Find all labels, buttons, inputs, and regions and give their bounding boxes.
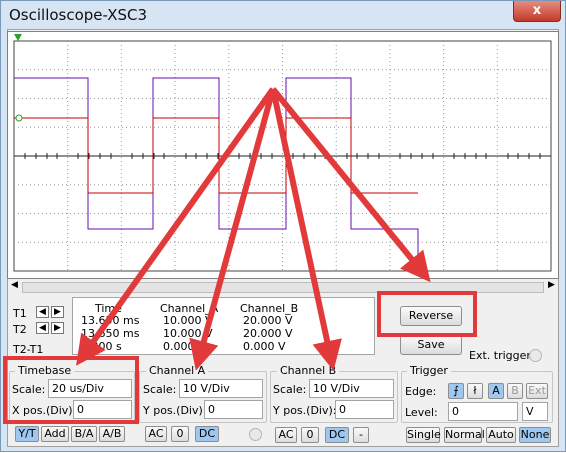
t2-t1-time: 0.000 s — [81, 340, 122, 353]
t2-left-arrow-icon[interactable]: ◀ — [36, 322, 49, 334]
trigger-level-label: Level: — [405, 406, 438, 419]
timebase-highlight-box — [3, 356, 139, 424]
channel-b-ypos-field[interactable]: 0 — [335, 400, 394, 419]
channel-a-scale-label: Scale: — [143, 383, 177, 396]
mode-ba-button[interactable]: B/A — [71, 426, 97, 442]
t2-t1-channel-a: 0.000 V — [163, 340, 206, 353]
channel-a-dc-button[interactable]: DC — [195, 426, 219, 442]
t1-label: T1 — [13, 307, 27, 320]
channel-a-title: Channel A — [146, 364, 209, 377]
measurement-readout: Time Channel_A Channel_B 13.650 ms 10.00… — [72, 297, 375, 355]
rising-edge-icon[interactable]: ⨍ — [448, 383, 464, 399]
close-button[interactable]: x — [513, 1, 561, 22]
trigger-source-ext-button[interactable]: Ext — [526, 383, 548, 399]
falling-edge-icon[interactable]: ł — [467, 383, 483, 399]
trigger-single-button[interactable]: Single — [406, 427, 441, 443]
scope-screen — [7, 31, 559, 279]
mode-add-button[interactable]: Add — [41, 426, 69, 442]
t2-t1-channel-b: 0.000 V — [243, 340, 286, 353]
channel-b-zero-button[interactable]: 0 — [301, 427, 319, 443]
t1-channel-a: 10.000 V — [163, 314, 213, 327]
channel-b-scale-label: Scale: — [273, 383, 307, 396]
trigger-marker — [14, 34, 22, 41]
title-bar: Oscilloscope-XSC3 x — [1, 1, 566, 31]
t2-label: T2 — [13, 323, 27, 336]
trigger-level-unit[interactable]: V — [522, 402, 548, 421]
trigger-source-b-button[interactable]: B — [507, 383, 523, 399]
mode-yt-button[interactable]: Y/T — [15, 426, 39, 442]
oscilloscope-window: Oscilloscope-XSC3 x ◀ ▶ T1 ◀ ▶ T2 ◀ ▶ T2… — [0, 0, 566, 452]
trigger-none-button[interactable]: None — [519, 427, 551, 443]
channel-a-indicator-icon — [249, 428, 262, 441]
ext-trigger-indicator-icon — [529, 349, 542, 362]
channel-b-ypos-label: Y pos.(Div): — [273, 404, 337, 417]
scope-display — [13, 34, 552, 272]
window-title: Oscilloscope-XSC3 — [9, 6, 148, 24]
channel-a-scale-field[interactable]: 10 V/Div — [179, 379, 263, 398]
scroll-left-icon[interactable]: ◀ — [11, 280, 18, 290]
trigger-normal-button[interactable]: Normal — [444, 427, 485, 443]
t1-channel-b: 20.000 V — [243, 314, 293, 327]
channel-a-zero-button[interactable]: 0 — [171, 426, 189, 442]
ext-trigger-label: Ext. trigger — [469, 349, 531, 362]
trigger-edge-label: Edge: — [405, 385, 437, 398]
t2-t1-label: T2-T1 — [13, 343, 44, 356]
channel-b-dc-button[interactable]: DC — [325, 427, 349, 443]
t1-right-arrow-icon[interactable]: ▶ — [51, 306, 64, 318]
mode-ab-button[interactable]: A/B — [99, 426, 125, 442]
trigger-level-field[interactable]: 0 — [448, 402, 518, 421]
t1-left-arrow-icon[interactable]: ◀ — [36, 306, 49, 318]
save-button[interactable]: Save — [400, 335, 462, 355]
t2-channel-a: 10.000 V — [163, 327, 213, 340]
channel-marker — [15, 114, 23, 122]
trigger-auto-button[interactable]: Auto — [486, 427, 516, 443]
channel-a-ypos-label: Y pos.(Div): — [143, 404, 207, 417]
t2-channel-b: 20.000 V — [243, 327, 293, 340]
scroll-right-icon[interactable]: ▶ — [548, 280, 555, 290]
reverse-highlight-box — [377, 291, 477, 337]
channel-a-ac-button[interactable]: AC — [145, 426, 167, 442]
channel-b-ac-button[interactable]: AC — [275, 427, 297, 443]
t2-time: 13.650 ms — [81, 327, 140, 340]
trigger-title: Trigger — [407, 364, 451, 377]
channel-b-invert-button[interactable]: - — [353, 427, 369, 443]
t2-right-arrow-icon[interactable]: ▶ — [51, 322, 64, 334]
channel-b-title: Channel B — [277, 364, 340, 377]
trigger-source-a-button[interactable]: A — [488, 383, 504, 399]
t1-time: 13.650 ms — [81, 314, 140, 327]
channel-a-ypos-field[interactable]: 0 — [204, 400, 263, 419]
channel-b-scale-field[interactable]: 10 V/Div — [309, 379, 394, 398]
